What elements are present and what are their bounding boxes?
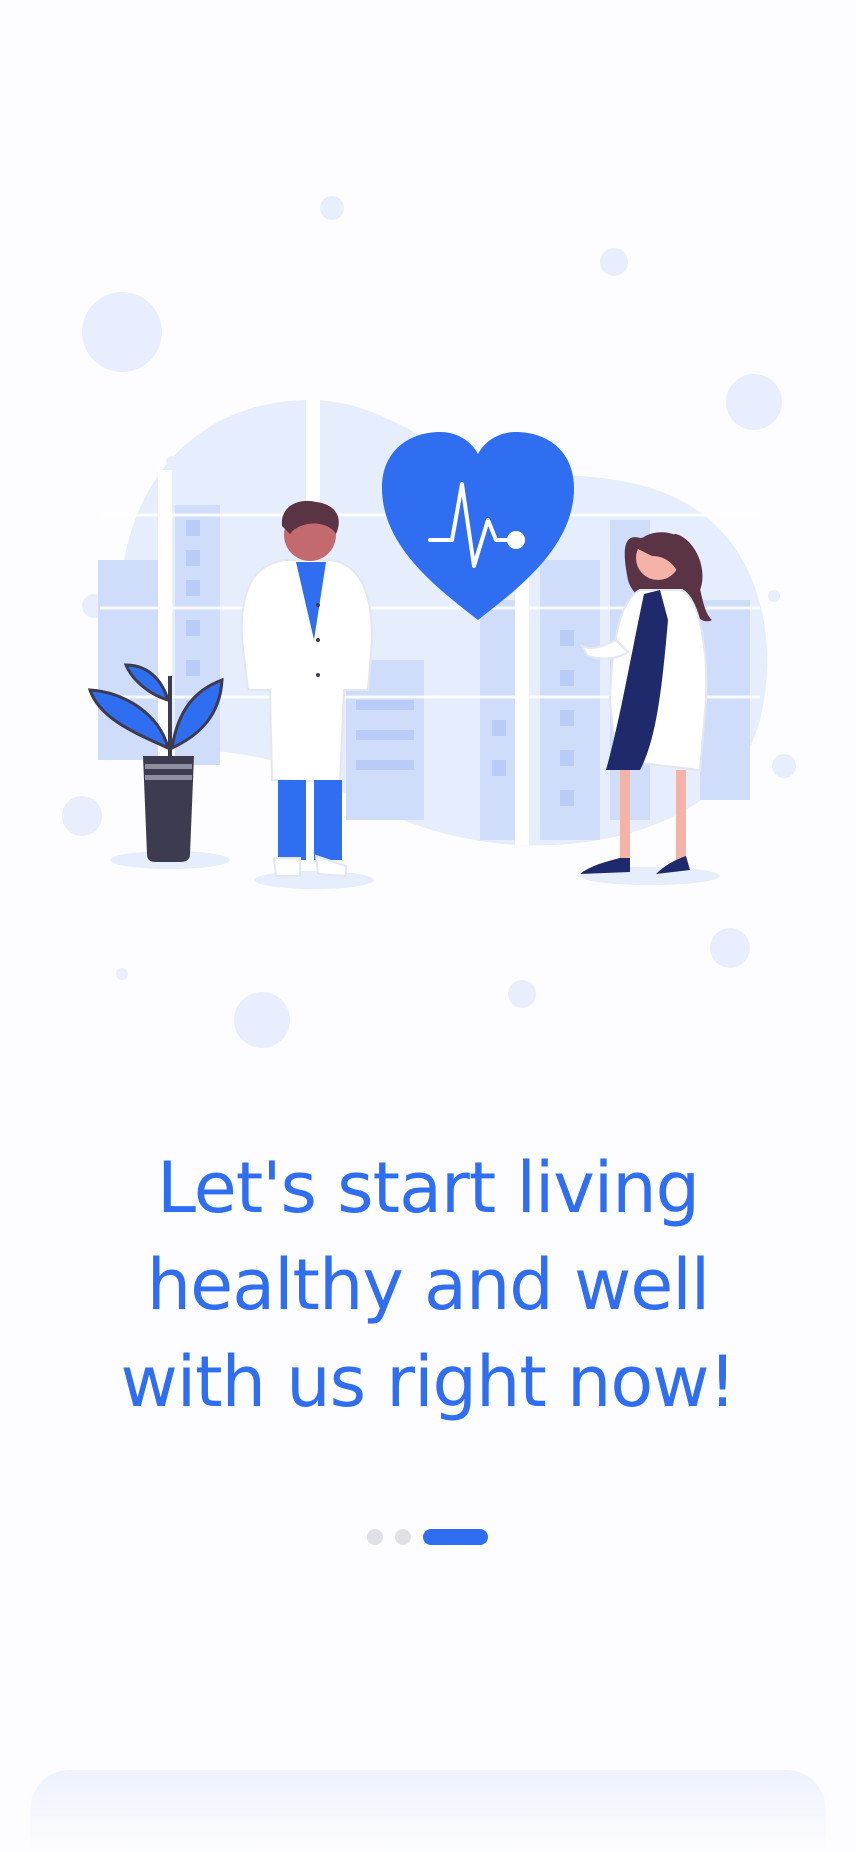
onboarding-screen: Let's start living healthy and well with… [0,0,856,1852]
healthcare-illustration [62,196,796,1048]
page-indicator [0,1527,856,1545]
page-dot-1[interactable] [367,1529,383,1545]
page-dot-active[interactable] [423,1529,488,1545]
bottom-shadow [30,1770,826,1852]
headline-line-1: Let's start living [156,1147,700,1229]
page-dot-2[interactable] [395,1529,411,1545]
headline-line-2: healthy and well [146,1244,710,1326]
onboarding-headline: Let's start living healthy and well with… [0,1140,856,1431]
headline-line-3: with us right now! [120,1341,736,1423]
potted-plant [87,663,230,869]
